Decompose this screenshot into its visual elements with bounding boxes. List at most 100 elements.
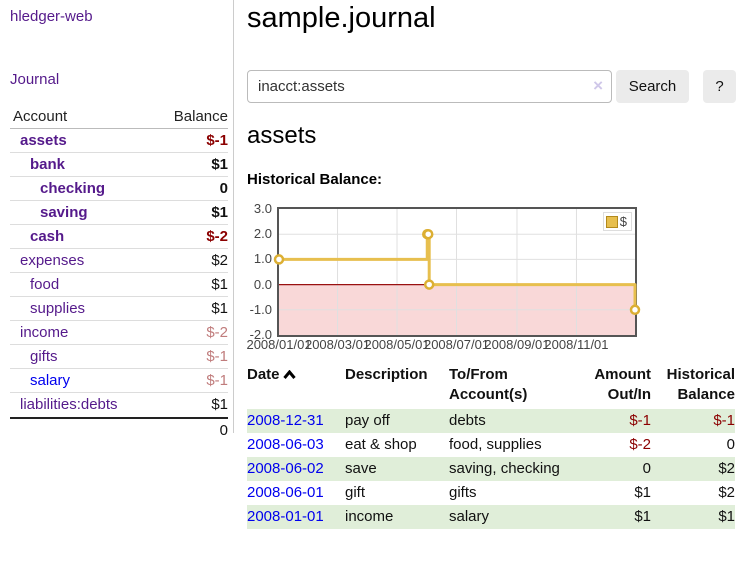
account-row: checking 0: [10, 177, 228, 201]
transaction-date-link[interactable]: 2008-06-02: [247, 460, 324, 477]
account-link[interactable]: income: [10, 321, 68, 344]
account-link[interactable]: salary: [10, 369, 70, 392]
account-link[interactable]: gifts: [10, 345, 58, 368]
account-link[interactable]: saving: [10, 201, 88, 224]
transaction-balance: 0: [651, 433, 735, 457]
account-balance: $2: [211, 249, 228, 272]
account-row: saving $1: [10, 201, 228, 225]
help-button[interactable]: ?: [703, 70, 736, 103]
y-axis-tick-label: 0.0: [246, 278, 272, 292]
transaction-balance: $-1: [651, 409, 735, 433]
account-link[interactable]: assets: [10, 129, 67, 152]
x-axis-tick-label: 2008/07/01: [424, 337, 489, 352]
transaction-description: pay off: [345, 409, 449, 433]
register-table-body: 2008-12-31pay offdebts$-1$-12008-06-03ea…: [247, 409, 735, 529]
transaction-accounts: saving, checking: [449, 457, 562, 481]
transaction-description: gift: [345, 481, 449, 505]
transaction-description: income: [345, 505, 449, 529]
account-balance: $1: [211, 297, 228, 320]
y-axis-tick-label: 3.0: [246, 202, 272, 216]
clear-search-icon[interactable]: ×: [593, 76, 603, 96]
x-axis-tick-label: 2008/11/01: [544, 337, 608, 352]
account-row: salary $-1: [10, 369, 228, 393]
account-balance: $-1: [206, 369, 228, 392]
transaction-amount: $-1: [562, 409, 651, 433]
account-row: supplies $1: [10, 297, 228, 321]
transaction-row: 2008-06-01giftgifts$1$2: [247, 481, 735, 505]
transaction-row: 2008-06-03 eat & shopfood, supplies$-20: [247, 433, 735, 457]
transaction-date-link[interactable]: 2008-01-01: [247, 508, 324, 525]
register-header-accounts: To/From Account(s): [449, 364, 562, 409]
account-link[interactable]: expenses: [10, 249, 84, 272]
account-heading: assets: [247, 122, 316, 150]
accounts-panel: Account Balance assets $-1 bank $1 checking 0…: [10, 105, 228, 441]
transaction-row: 2008-12-31pay offdebts$-1$-1: [247, 409, 735, 433]
register-header-description: Description: [345, 364, 449, 409]
account-link[interactable]: supplies: [10, 297, 85, 320]
transaction-date-link[interactable]: 2008-06-03: [247, 436, 324, 453]
transaction-description: save: [345, 457, 449, 481]
account-link[interactable]: checking: [10, 177, 105, 200]
account-row: gifts $-1: [10, 345, 228, 369]
account-balance: $-1: [206, 129, 228, 152]
accounts-header-account: Account: [10, 105, 67, 128]
transaction-accounts: salary: [449, 505, 562, 529]
account-row: bank $1: [10, 153, 228, 177]
accounts-total-value: 0: [220, 419, 228, 441]
transaction-accounts: debts: [449, 409, 562, 433]
account-balance: $1: [211, 273, 228, 296]
register-header-date[interactable]: Date: [247, 364, 345, 409]
sidebar-divider: [233, 0, 234, 433]
account-balance: $1: [211, 153, 228, 176]
register-header-amount: Amount Out/In: [562, 364, 651, 409]
transaction-description: eat & shop: [345, 433, 449, 457]
transaction-balance: $1: [651, 505, 735, 529]
transaction-row: 2008-01-01incomesalary$1$1: [247, 505, 735, 529]
transaction-amount: $-2: [562, 433, 651, 457]
chart-title: Historical Balance:: [247, 171, 382, 188]
search-button[interactable]: Search: [616, 70, 689, 103]
account-balance: 0: [220, 177, 228, 200]
page-title: sample.journal: [247, 2, 436, 35]
chart-legend: $: [603, 212, 632, 231]
account-row: assets $-1: [10, 129, 228, 153]
transaction-accounts: gifts: [449, 481, 562, 505]
transaction-amount: 0: [562, 457, 651, 481]
search-input-wrap: ×: [247, 70, 612, 103]
account-link[interactable]: bank: [10, 153, 65, 176]
register-header-row: Date Description To/From Account(s) Amou…: [247, 364, 735, 409]
nav-journal-link[interactable]: Journal: [10, 71, 59, 88]
register-table: Date Description To/From Account(s) Amou…: [247, 364, 735, 529]
legend-swatch-icon: [606, 216, 618, 228]
search-input[interactable]: [247, 70, 612, 103]
account-balance: $-2: [206, 225, 228, 248]
app-title-link[interactable]: hledger-web: [10, 8, 93, 25]
account-link[interactable]: liabilities:debts: [10, 393, 118, 417]
transaction-balance: $2: [651, 481, 735, 505]
y-axis-tick-label: 1.0: [246, 252, 272, 266]
accounts-header: Account Balance: [10, 105, 228, 129]
x-axis-tick-label: 2008/01/01: [246, 337, 311, 352]
transaction-balance: $2: [651, 457, 735, 481]
legend-label: $: [620, 214, 627, 229]
transaction-row: 2008-06-02 savesaving, checking0$2: [247, 457, 735, 481]
transaction-date-link[interactable]: 2008-06-01: [247, 484, 324, 501]
account-balance: $-1: [206, 345, 228, 368]
y-axis-tick-label: -1.0: [246, 303, 272, 317]
x-axis-tick-label: 2008/09/01: [484, 337, 549, 352]
balance-chart[interactable]: $: [277, 207, 637, 337]
account-link[interactable]: cash: [10, 225, 64, 248]
transaction-accounts: food, supplies: [449, 433, 562, 457]
account-balance: $-2: [206, 321, 228, 344]
x-axis-tick-label: 2008/05/01: [364, 337, 429, 352]
register-header-balance: Historical Balance: [651, 364, 735, 409]
accounts-table-body: assets $-1 bank $1 checking 0 saving $1 cash $-2 e…: [10, 129, 228, 417]
account-balance: $1: [211, 393, 228, 417]
transaction-date-link[interactable]: 2008-12-31: [247, 412, 324, 429]
accounts-header-balance: Balance: [174, 105, 228, 128]
account-row: income $-2: [10, 321, 228, 345]
sort-ascending-icon: [283, 366, 296, 386]
account-link[interactable]: food: [10, 273, 59, 296]
account-row: cash $-2: [10, 225, 228, 249]
account-balance: $1: [211, 201, 228, 224]
